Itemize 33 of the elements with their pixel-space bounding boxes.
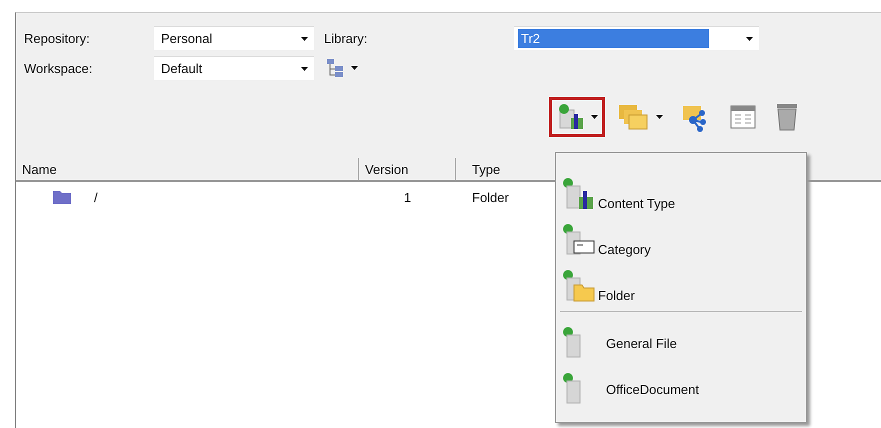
table-cell: / [94,190,98,204]
caret-icon [351,66,358,70]
new-document-icon [556,102,586,132]
caret-icon [301,66,308,70]
new-document-icon [562,372,582,406]
new-document-icon [562,326,582,360]
tree-icon [326,58,346,78]
workspace-dropdown[interactable]: Default [154,56,314,80]
library-dropdown[interactable]: Tr2 [514,26,759,50]
new-document-icon [562,177,596,211]
field-label: Repository: [24,30,91,46]
new-document-icon [562,223,596,257]
trash-icon [775,102,799,132]
folder-icon [52,189,72,205]
caret-icon [301,36,308,40]
column-header[interactable]: Name [16,158,359,180]
form-icon [729,103,757,131]
menu-item[interactable]: General File [560,320,802,366]
new-item-button[interactable] [549,97,605,137]
menu-item[interactable]: Folder [560,257,802,303]
table-cell: Folder [472,190,509,204]
table-cell: 1 [404,190,412,204]
menu-item[interactable]: OfficeDocument [560,366,802,412]
menu-item[interactable]: Content Type [560,165,802,211]
repository-dropdown[interactable]: Personal [154,26,314,50]
new-document-icon [562,269,596,303]
field-label: Library: [324,30,368,46]
field-label: Workspace: [24,60,94,76]
caret-icon [656,115,663,119]
menu-item[interactable]: Category [560,211,802,257]
caret-icon [746,36,753,40]
caret-icon [591,115,598,119]
column-header[interactable]: Version [359,158,456,180]
